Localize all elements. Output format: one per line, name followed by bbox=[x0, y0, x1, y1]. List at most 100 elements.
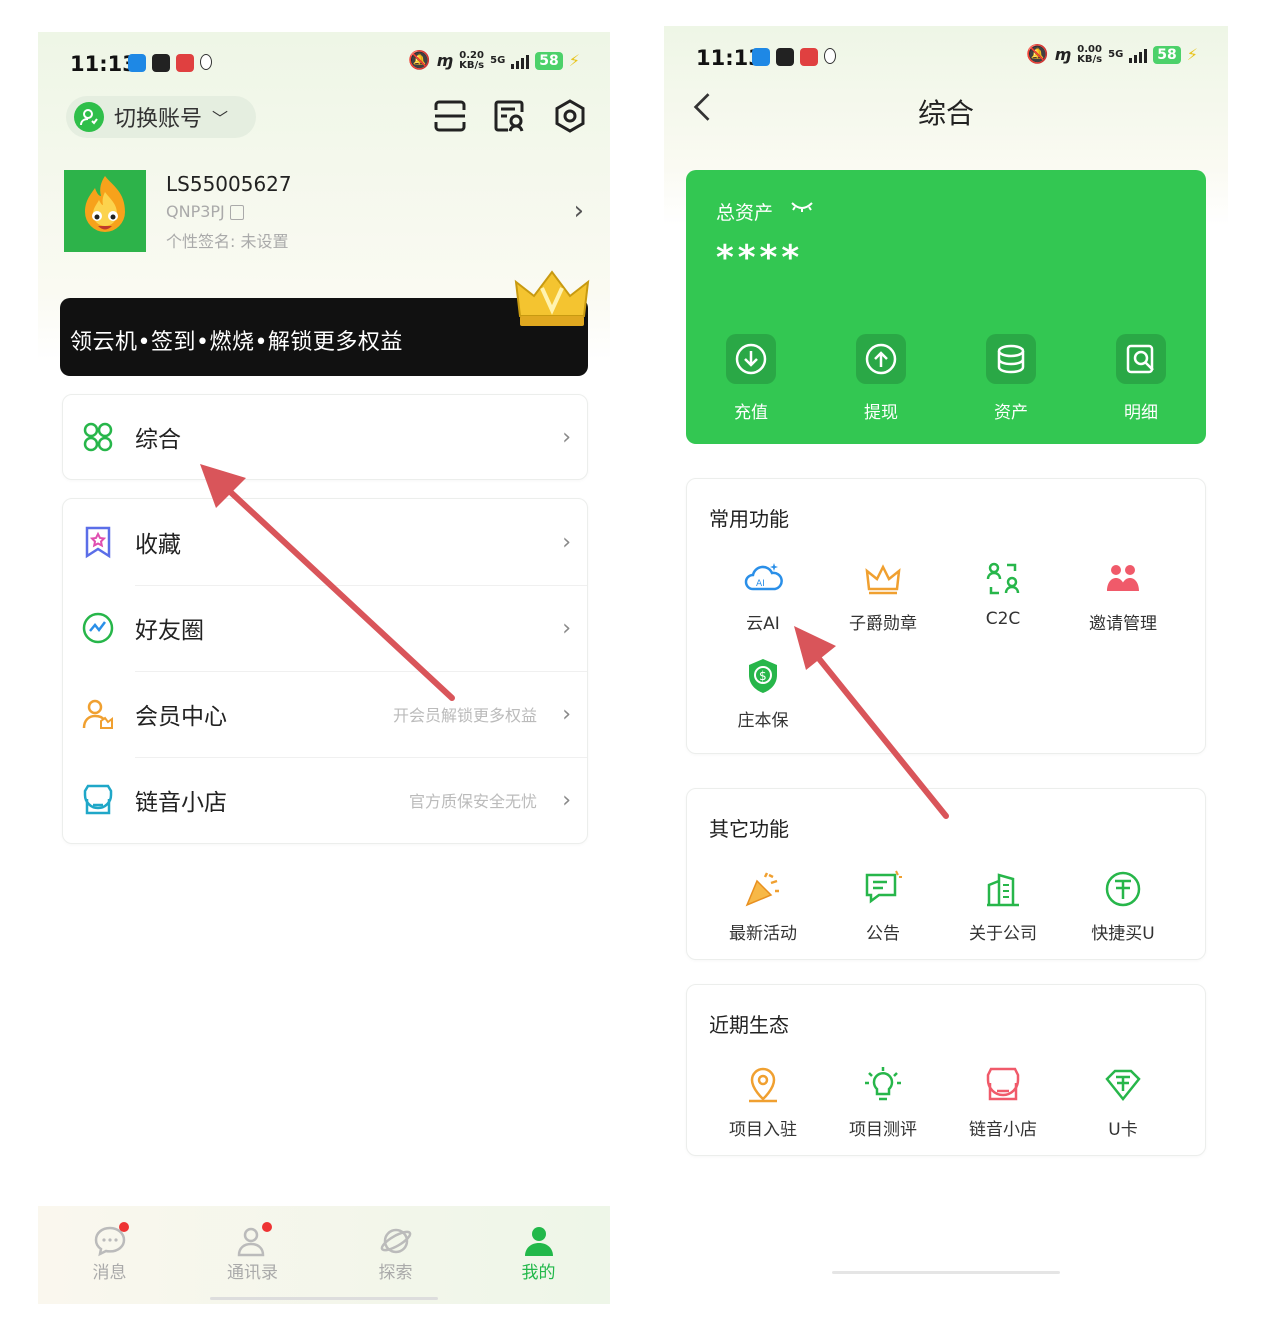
menu-item-moments[interactable]: 好友圈 › bbox=[63, 585, 587, 671]
user-signature: 个性签名: 未设置 bbox=[166, 232, 289, 251]
banner-text: 领云机•签到•燃烧•解锁更多权益 bbox=[70, 330, 403, 355]
tether-coin-icon bbox=[1105, 871, 1141, 907]
tab-me[interactable]: 我的 bbox=[467, 1206, 610, 1304]
profile-icon bbox=[522, 1224, 556, 1258]
announcement-icon bbox=[865, 870, 902, 904]
lightbulb-icon bbox=[865, 1067, 901, 1101]
signal-icon bbox=[1129, 47, 1148, 63]
unread-dot bbox=[261, 1222, 272, 1232]
shield-dollar-icon: $ bbox=[749, 659, 777, 693]
announcement-item[interactable]: 公告 bbox=[823, 869, 943, 944]
mute-icon: 🔕 bbox=[1026, 44, 1049, 65]
vip-banner[interactable]: 领云机•签到•燃烧•解锁更多权益 bbox=[60, 270, 590, 376]
tab-explore[interactable]: 探索 bbox=[324, 1206, 467, 1304]
total-assets-value: **** bbox=[716, 238, 804, 278]
app-notification-icon bbox=[152, 54, 170, 72]
function-label: 项目入驻 bbox=[729, 1120, 797, 1140]
copy-icon[interactable] bbox=[229, 205, 244, 220]
function-label: 云AI bbox=[746, 614, 780, 634]
ecosystem-card: 近期生态 项目入驻 项目测评 链音小店 U卡 bbox=[686, 984, 1206, 1156]
tab-label: 通讯录 bbox=[227, 1263, 278, 1283]
unread-dot bbox=[118, 1222, 129, 1232]
switch-account-label: 切换账号 bbox=[114, 107, 203, 132]
c2c-item[interactable]: C2C bbox=[943, 559, 1063, 634]
deposit-button[interactable]: 充值 bbox=[696, 334, 806, 423]
avatar[interactable] bbox=[64, 170, 146, 252]
viscount-medal-item[interactable]: 子爵勋章 bbox=[823, 559, 943, 634]
profile-card[interactable]: LS55005627 QNP3PJ 个性签名: 未设置 › bbox=[64, 170, 590, 254]
chat-icon bbox=[93, 1222, 129, 1258]
principal-protection-item[interactable]: $ 庄本保 bbox=[703, 656, 823, 731]
svg-text:AI: AI bbox=[756, 579, 765, 589]
chevron-right-icon: › bbox=[562, 701, 571, 727]
menu-hint: 开会员解锁更多权益 bbox=[392, 706, 537, 725]
upload-icon bbox=[856, 334, 906, 384]
chevron-right-icon: › bbox=[573, 196, 584, 226]
right-screen: 11:13 🔕 ɱ 0.00 KB/s 5G 58 ⚡ 综合 总资产 **** 充… bbox=[664, 26, 1228, 1298]
action-label: 明细 bbox=[1124, 403, 1158, 423]
party-popper-icon bbox=[745, 872, 779, 907]
menu-item-shop[interactable]: 链音小店 官方质保安全无忧 › bbox=[63, 757, 587, 843]
about-company-item[interactable]: 关于公司 bbox=[943, 869, 1063, 944]
search-contact-icon[interactable] bbox=[492, 98, 528, 134]
tab-label: 我的 bbox=[521, 1263, 556, 1283]
quick-buy-u-item[interactable]: 快捷买U bbox=[1063, 869, 1183, 944]
shop-icon bbox=[83, 784, 113, 815]
exchange-users-icon bbox=[986, 562, 1020, 595]
total-assets-label: 总资产 bbox=[716, 202, 774, 224]
menu-item-general[interactable]: 综合 › bbox=[63, 395, 587, 479]
favorites-icon bbox=[85, 526, 111, 559]
function-label: 快捷买U bbox=[1091, 924, 1155, 944]
section-title: 其它功能 bbox=[709, 817, 789, 841]
crown-icon bbox=[865, 564, 901, 595]
qq-icon bbox=[200, 54, 212, 70]
section-title: 常用功能 bbox=[709, 507, 789, 531]
clover-icon bbox=[83, 422, 113, 452]
charging-icon: ⚡ bbox=[568, 51, 580, 70]
action-label: 资产 bbox=[994, 403, 1028, 423]
hide-eye-icon[interactable] bbox=[790, 200, 814, 214]
scan-icon[interactable] bbox=[432, 98, 468, 134]
tab-messages[interactable]: 消息 bbox=[38, 1206, 181, 1304]
location-pin-icon bbox=[749, 1067, 777, 1103]
menu-label: 好友圈 bbox=[135, 618, 204, 644]
chevron-right-icon: › bbox=[562, 529, 571, 555]
function-label: 最新活动 bbox=[729, 924, 797, 944]
status-bar: 11:13 🔕 ɱ 0.00 KB/s 5G 58 ⚡ bbox=[664, 26, 1228, 90]
menu-card-general: 综合 › bbox=[62, 394, 588, 480]
bottom-tab-bar: 消息 通讯录 探索 我的 bbox=[38, 1206, 610, 1304]
shop-item[interactable]: 链音小店 bbox=[943, 1065, 1063, 1140]
latest-activities-item[interactable]: 最新活动 bbox=[703, 869, 823, 944]
invite-users-icon bbox=[1107, 565, 1139, 591]
tab-contacts[interactable]: 通讯录 bbox=[181, 1206, 324, 1304]
details-button[interactable]: 明细 bbox=[1086, 334, 1196, 423]
net-speed: 0.00 KB/s bbox=[1077, 43, 1103, 65]
status-app-icons bbox=[128, 54, 212, 72]
app-notification-icon bbox=[128, 54, 146, 72]
menu-label: 链音小店 bbox=[135, 790, 227, 816]
function-label: 邀请管理 bbox=[1089, 614, 1157, 634]
coins-icon bbox=[986, 334, 1036, 384]
menu-item-favorites[interactable]: 收藏 › bbox=[63, 499, 587, 585]
net-type: 5G bbox=[490, 54, 506, 66]
project-review-item[interactable]: 项目测评 bbox=[823, 1065, 943, 1140]
carrier-icon: ɱ bbox=[436, 51, 454, 70]
section-title: 近期生态 bbox=[709, 1013, 789, 1037]
menu-item-membership[interactable]: 会员中心 开会员解锁更多权益 › bbox=[63, 671, 587, 757]
planet-icon bbox=[379, 1224, 413, 1258]
app-notification-icon bbox=[752, 48, 770, 66]
withdraw-button[interactable]: 提现 bbox=[826, 334, 936, 423]
menu-label: 收藏 bbox=[135, 532, 181, 558]
header-actions bbox=[432, 98, 588, 134]
battery-level: 58 bbox=[535, 51, 563, 70]
u-card-item[interactable]: U卡 bbox=[1063, 1065, 1183, 1140]
settings-icon[interactable] bbox=[552, 98, 588, 134]
ecosystem-grid: 项目入驻 项目测评 链音小店 U卡 bbox=[687, 1065, 1205, 1140]
assets-button[interactable]: 资产 bbox=[956, 334, 1066, 423]
cloud-ai-item[interactable]: AI 云AI bbox=[703, 559, 823, 634]
chevron-right-icon: › bbox=[562, 424, 571, 450]
switch-account-button[interactable]: 切换账号 ﹀ bbox=[66, 96, 256, 138]
invite-management-item[interactable]: 邀请管理 bbox=[1063, 559, 1183, 634]
status-right: 🔕 ɱ 0.20 KB/s 5G 58 ⚡ bbox=[408, 50, 580, 71]
project-onboarding-item[interactable]: 项目入驻 bbox=[703, 1065, 823, 1140]
